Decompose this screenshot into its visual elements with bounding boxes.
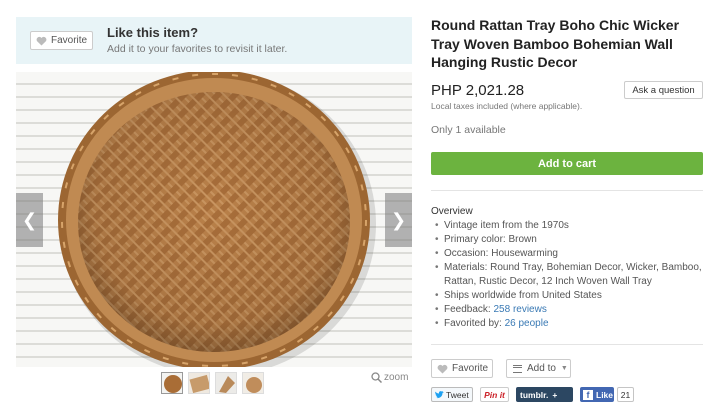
- thumbnail-strip: [161, 372, 264, 394]
- main-product-image[interactable]: [16, 72, 412, 367]
- divider: [431, 190, 703, 191]
- ask-question-button[interactable]: Ask a question: [624, 81, 703, 99]
- heart-icon: [36, 36, 47, 46]
- thumbnail-2[interactable]: [188, 372, 210, 394]
- next-image-button[interactable]: ❯: [385, 193, 412, 247]
- favorite-button[interactable]: Favorite: [431, 359, 493, 378]
- plus-icon: +: [552, 389, 558, 400]
- caret-down-icon: ▼: [560, 365, 568, 372]
- overview-item-favorited: Favorited by: 26 people: [431, 317, 711, 331]
- tax-note: Local taxes included (where applicable).: [431, 101, 583, 111]
- tumblr-label: tumblr.: [520, 389, 549, 400]
- banner-favorite-button[interactable]: Favorite: [30, 31, 93, 50]
- availability-text: Only 1 available: [431, 124, 506, 136]
- favorite-banner: Favorite Like this item? Add it to your …: [16, 17, 412, 64]
- zoom-label: zoom: [384, 372, 409, 383]
- banner-favorite-label: Favorite: [51, 35, 88, 46]
- banner-title: Like this item?: [107, 25, 199, 40]
- overview-item: Vintage item from the 1970s: [431, 219, 711, 233]
- overview-item: Ships worldwide from United States: [431, 289, 711, 303]
- previous-image-button[interactable]: ❮: [16, 193, 43, 247]
- add-to-label: Add to: [527, 363, 556, 374]
- thumbnail-3[interactable]: [215, 372, 237, 394]
- overview-item: Primary color: Brown: [431, 233, 711, 247]
- overview-item: Occasion: Housewarming: [431, 247, 711, 261]
- overview-list: Vintage item from the 1970s Primary colo…: [431, 219, 711, 331]
- reviews-link[interactable]: 258 reviews: [493, 304, 546, 315]
- thumbnail-4[interactable]: [242, 372, 264, 394]
- listing-title: Round Rattan Tray Boho Chic Wicker Tray …: [431, 17, 680, 70]
- facebook-icon: f: [583, 389, 593, 400]
- tweet-button[interactable]: Tweet: [431, 387, 473, 402]
- heart-icon: [437, 364, 448, 374]
- pinit-button[interactable]: Pin it: [480, 387, 509, 402]
- chevron-left-icon: ❮: [21, 209, 38, 230]
- divider: [431, 344, 703, 345]
- overview-item-feedback: Feedback: 258 reviews: [431, 303, 711, 317]
- thumbnail-1[interactable]: [161, 372, 183, 394]
- tweet-label: Tweet: [446, 389, 469, 400]
- add-to-cart-button[interactable]: Add to cart: [431, 152, 703, 175]
- zoom-button[interactable]: zoom: [371, 372, 408, 383]
- listing-price: PHP 2,021.28: [431, 82, 525, 99]
- favorited-label: Favorited by:: [444, 318, 505, 329]
- chevron-right-icon: ❯: [390, 209, 407, 230]
- favorited-people-link[interactable]: 26 people: [505, 318, 549, 329]
- list-icon: [513, 364, 522, 373]
- facebook-like-button[interactable]: f Like: [580, 387, 614, 402]
- favorite-label: Favorite: [452, 363, 489, 374]
- tumblr-button[interactable]: tumblr. +: [516, 387, 573, 402]
- like-count: 21: [617, 387, 634, 402]
- rattan-tray-image: [58, 72, 376, 367]
- magnifier-icon: [371, 372, 382, 383]
- overview-item: Materials: Round Tray, Bohemian Decor, W…: [431, 261, 711, 289]
- twitter-bird-icon: [435, 390, 444, 398]
- banner-subtitle: Add it to your favorites to revisit it l…: [107, 43, 288, 55]
- add-to-list-button[interactable]: Add to ▼: [506, 359, 571, 378]
- overview-heading: Overview: [431, 206, 473, 217]
- feedback-label: Feedback:: [444, 304, 494, 315]
- like-label: Like: [596, 389, 614, 400]
